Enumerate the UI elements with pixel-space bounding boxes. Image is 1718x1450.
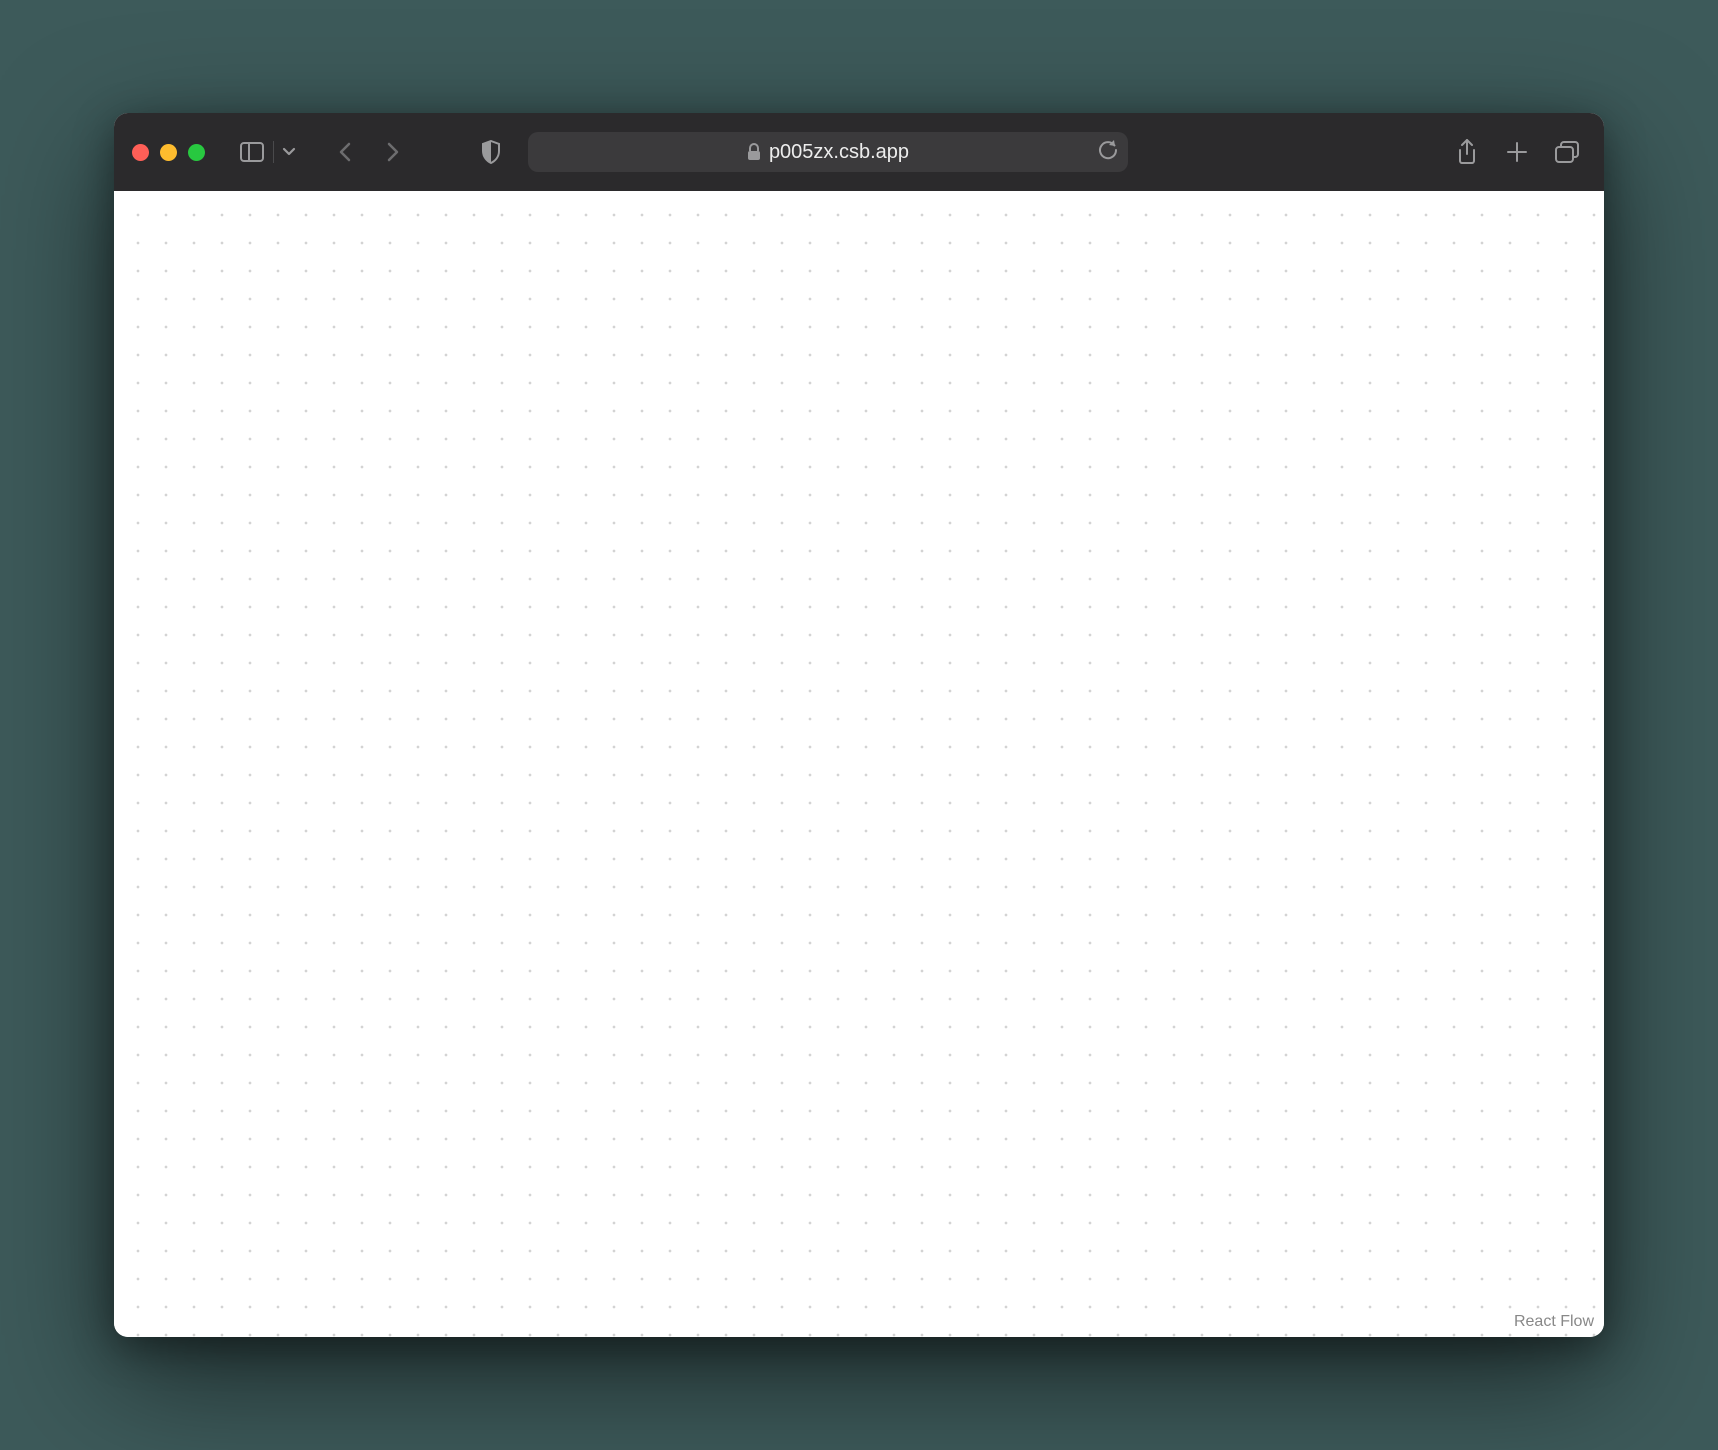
window-controls <box>132 144 205 161</box>
lock-icon <box>747 143 761 161</box>
sidebar-toggle-button[interactable] <box>233 133 271 171</box>
window-close-button[interactable] <box>132 144 149 161</box>
navigation-controls <box>326 133 412 171</box>
tabs-icon <box>1555 141 1579 163</box>
plus-icon <box>1506 141 1528 163</box>
chevron-left-icon <box>338 141 352 163</box>
window-maximize-button[interactable] <box>188 144 205 161</box>
new-tab-button[interactable] <box>1498 133 1536 171</box>
shield-icon <box>481 140 501 164</box>
chevron-right-icon <box>386 141 400 163</box>
reload-button[interactable] <box>1098 139 1118 166</box>
back-button[interactable] <box>326 133 364 171</box>
toolbar-divider <box>273 141 274 163</box>
page-content-canvas[interactable]: React Flow <box>114 191 1604 1337</box>
browser-window: p005zx.csb.app <box>114 113 1604 1337</box>
url-text: p005zx.csb.app <box>769 141 909 164</box>
chevron-down-icon <box>282 147 296 157</box>
forward-button[interactable] <box>374 133 412 171</box>
privacy-report-button[interactable] <box>472 133 510 171</box>
share-button[interactable] <box>1448 133 1486 171</box>
address-content: p005zx.csb.app <box>747 141 909 164</box>
share-icon <box>1457 139 1477 165</box>
browser-toolbar: p005zx.csb.app <box>114 113 1604 191</box>
sidebar-icon <box>240 142 264 162</box>
window-minimize-button[interactable] <box>160 144 177 161</box>
reload-icon <box>1098 139 1118 166</box>
address-bar[interactable]: p005zx.csb.app <box>528 132 1128 172</box>
sidebar-control-group <box>233 133 302 171</box>
tab-group-dropdown-button[interactable] <box>276 133 302 171</box>
react-flow-attribution[interactable]: React Flow <box>1514 1313 1594 1331</box>
tab-overview-button[interactable] <box>1548 133 1586 171</box>
toolbar-right-group <box>1448 133 1586 171</box>
